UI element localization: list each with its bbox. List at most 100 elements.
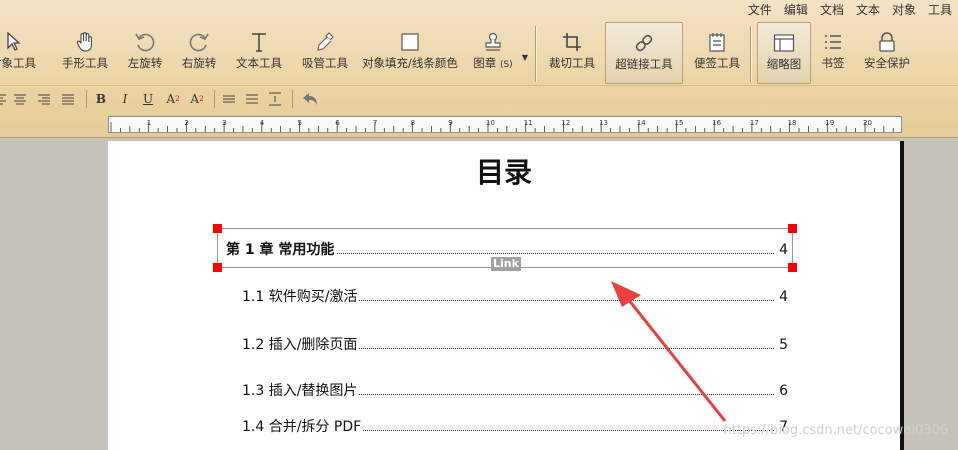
- align-justify-button[interactable]: [60, 90, 76, 108]
- rotate-left-icon: [133, 30, 157, 54]
- resize-handle-top-left[interactable]: [213, 224, 222, 233]
- toc-title: 目录: [475, 156, 532, 189]
- crop-icon: [560, 30, 584, 54]
- align-left-button[interactable]: [0, 90, 6, 108]
- toc-entry-text: 1.4 合并/拆分 PDF: [242, 417, 364, 437]
- toc-entry-page: 4: [779, 289, 788, 305]
- format-separator: [86, 90, 87, 108]
- toolbar-separator: [750, 26, 752, 82]
- ruler-label: 1: [147, 119, 151, 127]
- menu-document[interactable]: 文档: [814, 0, 850, 20]
- text-t-icon: [247, 30, 271, 54]
- undo-arrow-icon: [303, 93, 317, 105]
- resize-handle-top-right[interactable]: [788, 224, 797, 233]
- rotate-left-button[interactable]: 左旋转: [122, 22, 168, 84]
- paragraph-spacing-icon: [246, 94, 258, 104]
- pdf-page[interactable]: 目录 第 1 章 常用功能 4 1.1 软件购买/激活 4 1.2 插入/删除页…: [108, 141, 900, 450]
- toc-entry-text: 1.1 软件购买/激活: [242, 287, 360, 307]
- align-left-icon: [0, 94, 6, 105]
- italic-button[interactable]: I: [118, 90, 132, 108]
- watermark-text: https://blog.csdn.net/cocowei0306: [723, 423, 948, 438]
- format-toolbar: B I U A2 A2: [0, 85, 958, 111]
- ruler-label: 13: [599, 119, 608, 127]
- align-center-button[interactable]: [12, 90, 28, 108]
- ruler-label: 9: [448, 119, 452, 127]
- ruler-label: 12: [561, 119, 570, 127]
- rotate-right-icon: [187, 30, 211, 54]
- eyedropper-icon: [313, 30, 337, 54]
- toc-entry-1-1[interactable]: 1.1 软件购买/激活 4: [242, 287, 788, 307]
- toc-entry-page: 5: [779, 337, 788, 353]
- document-area: 目录 第 1 章 常用功能 4 1.1 软件购买/激活 4 1.2 插入/删除页…: [0, 139, 958, 450]
- object-tool-button[interactable]: 对象工具: [0, 22, 48, 84]
- security-button[interactable]: 安全保护: [858, 22, 916, 84]
- bookmarks-button[interactable]: 书签: [814, 22, 852, 84]
- note-icon: [705, 30, 729, 54]
- menu-tools[interactable]: 工具: [922, 0, 958, 20]
- hand-tool-button[interactable]: 手形工具: [57, 22, 113, 84]
- hyperlink-tool-button[interactable]: 超链接工具: [605, 22, 683, 84]
- toc-entry-1-3[interactable]: 1.3 插入/替换图片 6: [242, 381, 788, 401]
- toc-entry-text: 1.3 插入/替换图片: [242, 381, 360, 401]
- ruler-label: 7: [373, 119, 377, 127]
- ruler-label: 10: [486, 119, 495, 127]
- ruler-label: 4: [260, 119, 265, 127]
- horizontal-ruler: 1 2 3 4 5 6 7 8 9 10 11 12 13 14 15 16 17 18 19 20: [108, 116, 902, 133]
- line-spacing-button[interactable]: [221, 90, 237, 108]
- resize-handle-bottom-left[interactable]: [213, 263, 222, 272]
- underline-button[interactable]: U: [141, 90, 155, 108]
- fill-stroke-color-button[interactable]: 对象填充/线条颜色: [362, 22, 458, 84]
- toc-entry-1-2[interactable]: 1.2 插入/删除页面 5: [242, 335, 788, 355]
- align-right-button[interactable]: [36, 90, 52, 108]
- thumbnails-button[interactable]: 缩略图: [757, 22, 811, 84]
- link-label-tag: Link: [491, 257, 521, 271]
- ruler-label: 3: [222, 119, 226, 127]
- tools-row: 对象工具 手形工具 左旋转 右旋转 文本工具: [0, 22, 958, 84]
- color-swatch-icon: [398, 30, 422, 54]
- menu-object[interactable]: 对象: [886, 0, 922, 20]
- ruler-label: 11: [524, 119, 533, 127]
- ruler-label: 17: [750, 119, 759, 127]
- paragraph-spacing-button[interactable]: [244, 90, 260, 108]
- stamp-icon: [481, 30, 505, 54]
- crop-tool-button[interactable]: 裁切工具: [544, 22, 600, 84]
- format-separator: [292, 90, 293, 108]
- align-center-icon: [14, 94, 26, 105]
- sticky-note-tool-button[interactable]: 便签工具: [690, 22, 744, 84]
- ruler-label: 20: [863, 119, 872, 127]
- resize-handle-bottom-right[interactable]: [788, 263, 797, 272]
- toolbar-area: 文件 编辑 文档 文本 对象 工具 对象工具 手形工具 左旋转: [0, 0, 958, 138]
- ruler-label: 16: [712, 119, 721, 127]
- ruler-ticks: 1 2 3 4 5 6 7 8 9 10 11 12 13 14 15 16 17 18 19 20: [110, 119, 894, 132]
- subscript-button[interactable]: A2: [188, 90, 206, 108]
- eyedropper-tool-button[interactable]: 吸管工具: [297, 22, 353, 84]
- toolbar-separator: [535, 26, 537, 82]
- ruler-label: 14: [637, 119, 646, 127]
- menu-file[interactable]: 文件: [742, 0, 778, 20]
- ruler-label: 19: [825, 119, 834, 127]
- cursor-arrow-icon: [1, 30, 25, 54]
- line-spacing-icon: [223, 95, 235, 103]
- page-edge-shadow: [900, 141, 904, 450]
- ruler-label: 6: [335, 119, 340, 127]
- menu-edit[interactable]: 编辑: [778, 0, 814, 20]
- format-separator: [214, 90, 215, 108]
- align-justify-icon: [62, 94, 74, 105]
- hand-icon: [73, 30, 97, 54]
- hyperlink-annotation-box[interactable]: Link: [213, 224, 797, 272]
- rotate-right-button[interactable]: 右旋转: [176, 22, 222, 84]
- indent-button[interactable]: [267, 90, 283, 108]
- ruler-label: 18: [788, 119, 797, 127]
- indent-icon: [269, 92, 281, 106]
- toc-entry-1-4[interactable]: 1.4 合并/拆分 PDF 7: [242, 417, 788, 437]
- superscript-button[interactable]: A2: [164, 90, 182, 108]
- text-tool-button[interactable]: 文本工具: [231, 22, 287, 84]
- bold-button[interactable]: B: [94, 90, 108, 108]
- stamp-button[interactable]: 图章 (S): [468, 22, 518, 84]
- chain-link-icon: [632, 31, 656, 55]
- ruler-label: 15: [675, 119, 684, 127]
- stamp-dropdown-icon[interactable]: ▼: [520, 48, 530, 66]
- menu-text[interactable]: 文本: [850, 0, 886, 20]
- undo-button[interactable]: [300, 90, 320, 108]
- toc-entry-page: 6: [779, 383, 788, 399]
